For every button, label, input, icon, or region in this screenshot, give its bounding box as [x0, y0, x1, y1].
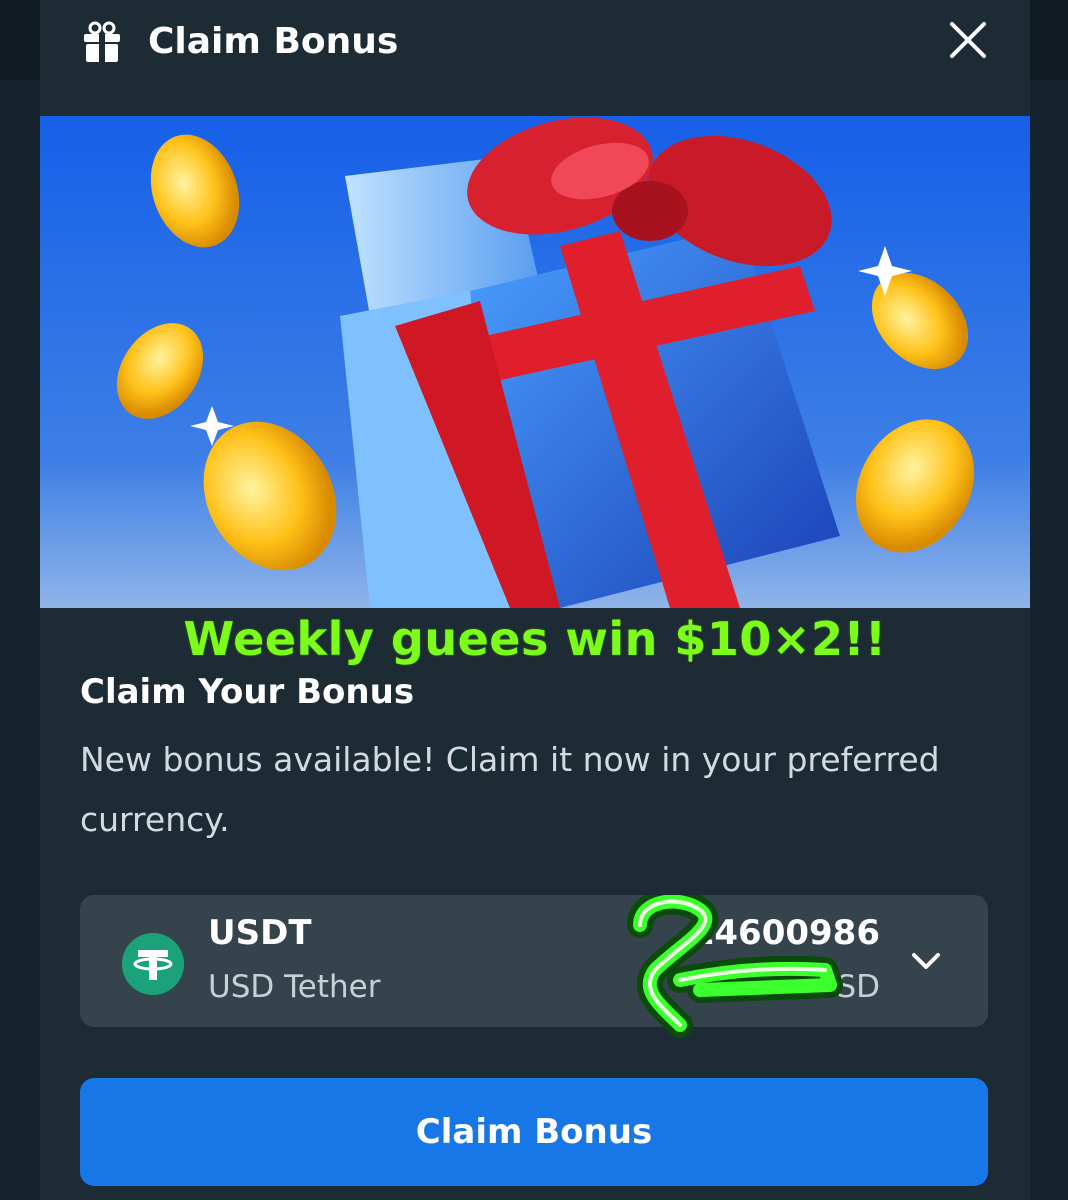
- section-description: New bonus available! Claim it now in you…: [80, 740, 940, 839]
- modal-title: Claim Bonus: [148, 21, 399, 62]
- bonus-banner-image: [40, 116, 1030, 608]
- currency-usd-value: SD: [836, 969, 880, 1005]
- currency-amount: 14600986: [690, 913, 880, 953]
- close-icon[interactable]: [946, 18, 990, 62]
- gift-icon: [84, 21, 120, 62]
- background-page-right: [1028, 80, 1068, 1200]
- currency-selector[interactable]: USDT USD Tether 14600986 SD: [80, 895, 988, 1038]
- chevron-down-icon[interactable]: [908, 947, 944, 975]
- modal-header: Claim Bonus: [40, 0, 1030, 88]
- currency-name: USD Tether: [208, 969, 381, 1005]
- promo-overlay-text: Weekly guees win $10×2!!: [183, 612, 887, 666]
- background-page-left: [0, 80, 40, 1200]
- claim-bonus-button[interactable]: Claim Bonus: [80, 1078, 988, 1186]
- section-title: Claim Your Bonus: [80, 672, 415, 712]
- claim-bonus-modal: Claim Bonus Weekly guees win $10×2!! Cla…: [40, 0, 1030, 1200]
- currency-code: USDT: [208, 913, 312, 953]
- tether-icon: [122, 933, 184, 995]
